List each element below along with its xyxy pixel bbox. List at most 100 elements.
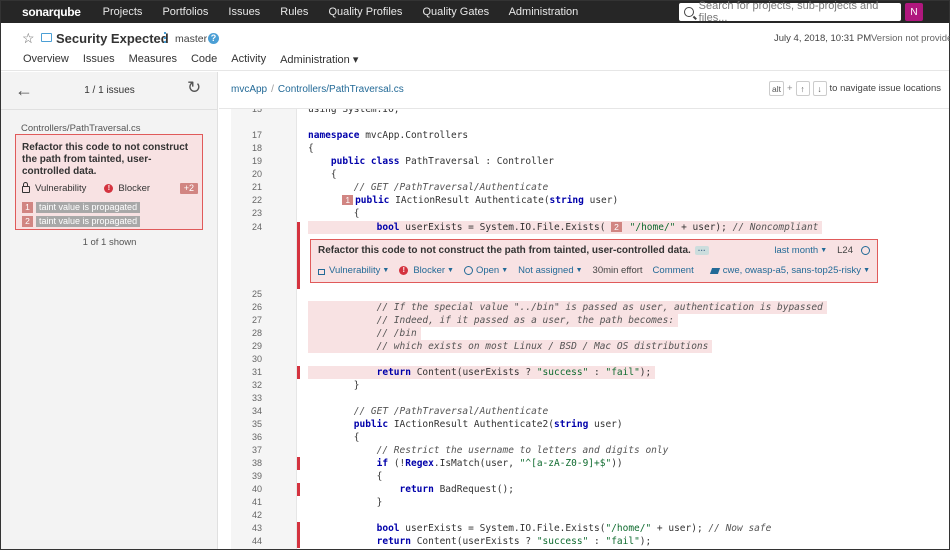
issue-date[interactable]: last month	[774, 245, 818, 256]
help-icon[interactable]: ?	[208, 33, 219, 44]
issue-file-path: Controllers/PathTraversal.cs	[21, 123, 141, 134]
tab-overview[interactable]: Overview	[23, 53, 69, 66]
tag-icon	[709, 267, 720, 274]
blocker-icon: !	[104, 184, 114, 193]
issues-sidebar: ← 1 / 1 issues ↻ Controllers/PathTravers…	[1, 72, 218, 549]
chevron-down-icon: ▼	[820, 247, 828, 254]
breadcrumb-separator: /	[271, 84, 274, 95]
chevron-down-icon: ▼	[575, 267, 583, 274]
sonarqube-logo[interactable]: sonarqube	[22, 5, 81, 19]
code-line: 15 using System.IO;	[251, 109, 400, 115]
code-line: 28 // /bin	[231, 327, 949, 340]
flow-text: taint value is propagated	[36, 216, 141, 227]
tab-activity[interactable]: Activity	[231, 53, 266, 66]
search-placeholder: Search for projects, sub-projects and fi…	[698, 0, 879, 24]
blocker-icon: !	[399, 266, 409, 275]
code-line: 25	[251, 289, 262, 299]
project-version: Version not provided	[871, 33, 950, 44]
more-icon[interactable]: ···	[694, 246, 709, 255]
code-line: 21 // GET /PathTraversal/Authenticate	[251, 182, 549, 193]
nav-quality-profiles[interactable]: Quality Profiles	[328, 6, 402, 18]
issue-severity: Blocker	[118, 183, 151, 194]
global-nav: sonarqube Projects Portfolios Issues Rul…	[1, 0, 949, 24]
flow-number: 1	[22, 202, 33, 213]
breadcrumb: mvcApp / Controllers/PathTraversal.cs	[231, 84, 404, 95]
keyboard-nav-hint: alt + ↑ ↓ to navigate issue locations	[769, 81, 941, 96]
nav-issues[interactable]: Issues	[228, 6, 260, 18]
issue-line: L24	[837, 245, 853, 256]
issues-count: 1 / 1 issues	[84, 85, 135, 96]
tab-administration[interactable]: Administration ▾	[280, 53, 358, 66]
tags-dropdown[interactable]: cwe, owasp-a5, sans-top25-risky ▼	[709, 265, 870, 276]
chevron-down-icon: ▼	[382, 267, 390, 274]
issue-card[interactable]: Refactor this code to not construct the …	[15, 134, 203, 230]
inline-issue-message[interactable]: Refactor this code to not construct the …	[318, 245, 709, 256]
extra-locations-badge[interactable]: +2	[179, 183, 198, 194]
code-line: 20 {	[251, 169, 337, 180]
chevron-down-icon: ▼	[863, 267, 870, 274]
link-icon[interactable]	[861, 246, 870, 255]
nav-rules[interactable]: Rules	[280, 6, 308, 18]
favorite-star-icon[interactable]: ☆	[22, 30, 35, 47]
flow-text: taint value is propagated	[36, 202, 141, 213]
user-avatar[interactable]: N	[905, 3, 923, 21]
branch-name[interactable]: master	[175, 33, 207, 45]
code-line: 35 public IActionResult Authenticate2(st…	[251, 419, 623, 430]
flow-location[interactable]: 2 taint value is propagated	[22, 216, 141, 227]
divider	[1, 109, 218, 110]
code-line: 19 public class PathTraversal : Controll…	[251, 156, 554, 167]
nav-administration[interactable]: Administration	[509, 6, 579, 18]
flow-location[interactable]: 1 taint value is propagated	[22, 202, 141, 213]
project-icon	[41, 33, 52, 42]
source-code: 15 using System.IO; 17 namespace mvcApp.Co…	[231, 109, 949, 549]
code-line: 40 return BadRequest();	[251, 483, 514, 496]
tab-code[interactable]: Code	[191, 53, 217, 66]
code-line: 43 bool userExists = System.IO.File.Exis…	[251, 522, 772, 535]
inline-issue-actions: Vulnerability ▼ ! Blocker ▼ Open ▼ Not assig…	[318, 265, 870, 276]
code-line: 18{	[251, 143, 314, 154]
branch-icon	[164, 32, 167, 43]
assignee-dropdown[interactable]: Not assigned ▼	[518, 265, 582, 276]
severity-dropdown[interactable]: ! Blocker ▼	[399, 265, 454, 276]
code-line: 37 // Restrict the username to letters a…	[251, 445, 669, 456]
chevron-down-icon: ▼	[447, 267, 454, 274]
code-line: 23 {	[251, 208, 360, 219]
breadcrumb-file[interactable]: Controllers/PathTraversal.cs	[278, 84, 404, 95]
code-line: 30	[251, 354, 262, 364]
nav-quality-gates[interactable]: Quality Gates	[422, 6, 489, 18]
code-line: 27 // Indeed, if it passed as a user, th…	[231, 314, 949, 327]
project-header: ☆ Security Expected master ? July 4, 201…	[1, 23, 950, 71]
open-status-icon	[463, 266, 473, 275]
nav-portfolios[interactable]: Portfolios	[162, 6, 208, 18]
flow-number: 2	[22, 216, 33, 227]
code-line: 36 {	[251, 432, 360, 443]
inline-issue-meta: last month ▼ L24	[774, 245, 870, 256]
code-line: 31 return Content(userExists ? "success"…	[231, 366, 949, 379]
inline-issue-box[interactable]: Refactor this code to not construct the …	[310, 239, 878, 283]
nav-projects[interactable]: Projects	[103, 6, 143, 18]
project-name[interactable]: Security Expected	[56, 31, 169, 46]
code-viewer: mvcApp / Controllers/PathTraversal.cs alt …	[219, 72, 949, 549]
tab-measures[interactable]: Measures	[129, 53, 177, 66]
code-line: 38 if (!Regex.IsMatch(user, "^[a-zA-Z0-9…	[251, 457, 623, 470]
code-line: 29 // which exists on most Linux / BSD /…	[231, 340, 949, 353]
code-line: 32 }	[251, 380, 360, 391]
issue-marker	[297, 222, 300, 289]
lock-icon	[22, 182, 30, 193]
code-line: 17 namespace mvcApp.Controllers	[251, 130, 469, 141]
issue-message[interactable]: Refactor this code to not construct the …	[22, 142, 198, 178]
issue-meta: Vulnerability ! Blocker +2	[22, 182, 198, 194]
comment-link[interactable]: Comment	[653, 265, 694, 276]
search-icon	[684, 7, 694, 17]
global-search-input[interactable]: Search for projects, sub-projects and fi…	[679, 0, 901, 24]
breadcrumb-project[interactable]: mvcApp	[231, 84, 267, 95]
code-line: 41 }	[251, 497, 383, 508]
code-line: 26 // If the special value "../bin" is p…	[231, 301, 949, 314]
type-dropdown[interactable]: Vulnerability ▼	[318, 265, 389, 276]
tab-issues[interactable]: Issues	[83, 53, 115, 66]
issue-type: Vulnerability	[35, 183, 87, 194]
project-tabs: Overview Issues Measures Code Activity A…	[23, 53, 372, 66]
reload-icon[interactable]: ↻	[187, 78, 201, 98]
status-dropdown[interactable]: Open ▼	[463, 265, 508, 276]
lock-icon	[318, 268, 325, 275]
